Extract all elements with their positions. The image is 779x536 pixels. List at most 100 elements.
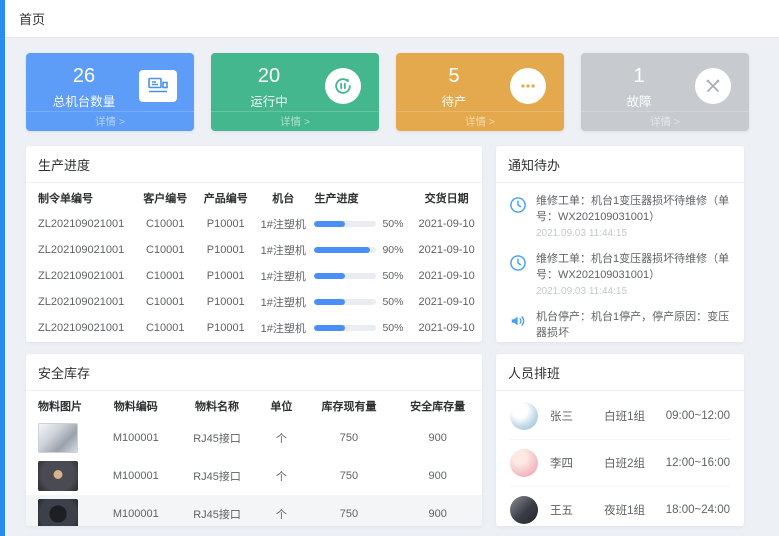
inventory-row: M100001 RJ45接口 个 750 900 bbox=[26, 457, 482, 495]
staff-time: 18:00~24:00 bbox=[666, 504, 730, 516]
cell-machine: 1#注塑机 bbox=[256, 315, 310, 341]
col-material-image: 物料图片 bbox=[26, 391, 96, 419]
cell-order-no: ZL202109021001 bbox=[26, 211, 135, 237]
production-row: ZL202109021001 C10001 P10001 1#注塑机 50% 2… bbox=[26, 211, 482, 237]
cell-machine: 1#注塑机 bbox=[256, 237, 310, 263]
card-total-machines-detail-link[interactable]: 详情 > bbox=[26, 111, 194, 131]
cell-date: 2021-09-10 bbox=[411, 315, 482, 341]
progress-label: 50% bbox=[382, 296, 403, 308]
cell-material-name: RJ45接口 bbox=[176, 457, 258, 495]
autorenew-icon bbox=[325, 68, 361, 104]
card-waiting-value: 5 bbox=[406, 65, 502, 87]
stat-cards-row: 26 总机台数量 详情 > 20 运行中 bbox=[26, 53, 749, 131]
notice-item: 机台停产：机台1停产，停产原因：变压器损坏 2021.09.03 11:44:1… bbox=[506, 303, 734, 342]
avatar bbox=[510, 496, 538, 524]
col-progress: 生产进度 bbox=[310, 183, 411, 211]
cell-date: 2021-09-10 bbox=[411, 237, 482, 263]
production-progress-panel: 生产进度 制令单编号 客户编号 产品编号 机台 生产进度 交货日期 ZL2021 bbox=[26, 146, 482, 342]
material-photo bbox=[38, 461, 78, 491]
col-machine: 机台 bbox=[256, 183, 310, 211]
card-waiting-detail-link[interactable]: 详情 > bbox=[396, 111, 564, 131]
cell-progress: 50% bbox=[310, 289, 411, 315]
card-waiting[interactable]: 5 待产 详情 > bbox=[396, 53, 564, 131]
staff-row: 王五 夜班1组 18:00~24:00 bbox=[510, 487, 730, 526]
production-table: 制令单编号 客户编号 产品编号 机台 生产进度 交货日期 ZL202109021… bbox=[26, 183, 482, 341]
cell-product-no: P10001 bbox=[195, 237, 256, 263]
card-fault-detail-link[interactable]: 详情 > bbox=[581, 111, 749, 131]
staff-shift: 白班1组 bbox=[604, 408, 666, 424]
clock-icon bbox=[508, 194, 528, 239]
notifications-panel: 通知待办 维修工单：机台1变压器损坏待维修（单号：WX202109031001）… bbox=[496, 146, 744, 342]
ellipsis-icon bbox=[510, 68, 546, 104]
staff-time: 09:00~12:00 bbox=[666, 410, 730, 422]
cell-customer-no: C10001 bbox=[135, 263, 196, 289]
col-material-code: 物料编码 bbox=[96, 391, 176, 419]
progress-bar bbox=[314, 273, 376, 279]
card-total-machines-text: 26 总机台数量 bbox=[36, 63, 132, 110]
staff-list: 张三 白班1组 09:00~12:00 李四 白班2组 12:00~16:00 … bbox=[496, 391, 744, 526]
production-row: ZL202109021001 C10001 P10001 1#注塑机 50% 2… bbox=[26, 315, 482, 341]
card-running-detail-link[interactable]: 详情 > bbox=[211, 111, 379, 131]
cell-order-no: ZL202109021001 bbox=[26, 263, 135, 289]
notifications-panel-title: 通知待办 bbox=[496, 146, 744, 183]
col-safety-stock: 安全库存量 bbox=[393, 391, 482, 419]
cell-machine: 1#注塑机 bbox=[256, 263, 310, 289]
cell-stock: 750 bbox=[305, 457, 394, 495]
cell-material-image bbox=[26, 495, 96, 526]
cell-safety: 900 bbox=[393, 457, 482, 495]
cell-material-code: M100001 bbox=[96, 419, 176, 457]
cell-progress: 90% bbox=[310, 237, 411, 263]
material-photo bbox=[38, 499, 78, 526]
notice-text: 维修工单：机台1变压器损坏待维修（单号：WX202109031001） bbox=[536, 194, 732, 226]
cell-safety: 900 bbox=[393, 495, 482, 526]
cell-customer-no: C10001 bbox=[135, 237, 196, 263]
cell-unit: 个 bbox=[258, 457, 304, 495]
card-fault-text: 1 故障 bbox=[591, 63, 687, 110]
machine-icon bbox=[139, 70, 177, 102]
cell-machine: 1#注塑机 bbox=[256, 289, 310, 315]
avatar bbox=[510, 449, 538, 477]
notice-item: 维修工单：机台1变压器损坏待维修（单号：WX202109031001） 2021… bbox=[506, 187, 734, 245]
inventory-header-row: 物料图片 物料编码 物料名称 单位 库存现有量 安全库存量 bbox=[26, 391, 482, 419]
cell-order-no: ZL202109021001 bbox=[26, 315, 135, 341]
cell-machine: 1#注塑机 bbox=[256, 211, 310, 237]
card-total-machines-iconwrap bbox=[132, 63, 184, 109]
card-running[interactable]: 20 运行中 详情 > bbox=[211, 53, 379, 131]
card-fault-iconwrap bbox=[687, 63, 739, 109]
card-total-machines[interactable]: 26 总机台数量 详情 > bbox=[26, 53, 194, 131]
col-date: 交货日期 bbox=[411, 183, 482, 211]
progress-label: 90% bbox=[382, 244, 403, 256]
cell-order-no: ZL202109021001 bbox=[26, 237, 135, 263]
staff-shift: 夜班1组 bbox=[604, 502, 666, 518]
card-waiting-text: 5 待产 bbox=[406, 63, 502, 110]
col-stock-on-hand: 库存现有量 bbox=[305, 391, 394, 419]
card-fault-value: 1 bbox=[591, 65, 687, 87]
col-material-name: 物料名称 bbox=[176, 391, 258, 419]
col-product-no: 产品编号 bbox=[195, 183, 256, 211]
staff-name: 李四 bbox=[550, 455, 604, 471]
card-fault[interactable]: 1 故障 详情 > bbox=[581, 53, 749, 131]
notice-body: 机台停产：机台1停产，停产原因：变压器损坏 2021.09.03 11:44:1… bbox=[536, 310, 732, 342]
tab-home[interactable]: 首页 bbox=[19, 9, 45, 28]
production-row: ZL202109021001 C10001 P10001 1#注塑机 50% 2… bbox=[26, 263, 482, 289]
row-1: 生产进度 制令单编号 客户编号 产品编号 机台 生产进度 交货日期 ZL2021 bbox=[26, 146, 749, 342]
cell-stock: 750 bbox=[305, 495, 394, 526]
card-running-value: 20 bbox=[221, 65, 317, 87]
notice-item: 维修工单：机台1变压器损坏待维修（单号：WX202109031001） 2021… bbox=[506, 245, 734, 303]
production-header-row: 制令单编号 客户编号 产品编号 机台 生产进度 交货日期 bbox=[26, 183, 482, 211]
notice-text: 机台停产：机台1停产，停产原因：变压器损坏 bbox=[536, 310, 732, 342]
progress-bar bbox=[314, 247, 376, 253]
crossed-tools-icon bbox=[695, 68, 731, 104]
cell-product-no: P10001 bbox=[195, 263, 256, 289]
cell-date: 2021-09-10 bbox=[411, 289, 482, 315]
card-waiting-iconwrap bbox=[502, 63, 554, 109]
cell-material-code: M100001 bbox=[96, 495, 176, 526]
staff-row: 张三 白班1组 09:00~12:00 bbox=[510, 393, 730, 440]
cell-progress: 50% bbox=[310, 263, 411, 289]
staff-row: 李四 白班2组 12:00~16:00 bbox=[510, 440, 730, 487]
cell-material-code: M100001 bbox=[96, 457, 176, 495]
notice-text: 维修工单：机台1变压器损坏待维修（单号：WX202109031001） bbox=[536, 252, 732, 284]
notice-body: 维修工单：机台1变压器损坏待维修（单号：WX202109031001） 2021… bbox=[536, 252, 732, 297]
cell-unit: 个 bbox=[258, 495, 304, 526]
staff-name: 王五 bbox=[550, 502, 604, 518]
